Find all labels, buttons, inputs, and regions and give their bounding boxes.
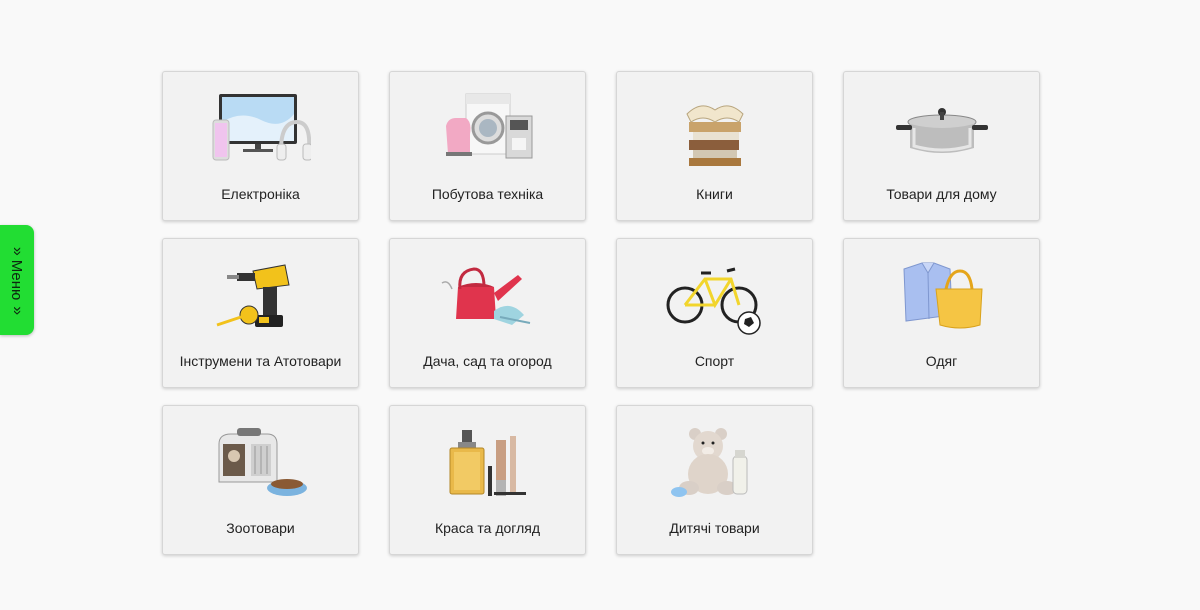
- menu-label: Меню: [8, 259, 26, 301]
- books-icon: [686, 105, 744, 166]
- category-label: Дача, сад та огород: [423, 353, 552, 369]
- category-card-electronics[interactable]: Електроніка: [162, 71, 359, 221]
- perfume-icon: [449, 430, 526, 496]
- teddy-bear-icon: [671, 428, 748, 497]
- clothing-icon: [903, 262, 983, 329]
- category-grid: Електроніка Побутова техніка Книги Товар…: [162, 71, 1040, 555]
- watering-can-icon: [441, 267, 531, 325]
- category-card-tools-auto[interactable]: Інструмени та Атотовари: [162, 238, 359, 388]
- category-label: Спорт: [694, 353, 735, 369]
- category-card-sport[interactable]: Спорт: [616, 238, 813, 388]
- electronics-icon: [212, 94, 311, 161]
- category-card-appliances[interactable]: Побутова техніка: [389, 71, 586, 221]
- category-card-beauty[interactable]: Краса та догляд: [389, 405, 586, 555]
- category-card-kids[interactable]: Дитячі товари: [616, 405, 813, 555]
- category-label: Інструмени та Атотовари: [179, 353, 342, 369]
- category-label: Електроніка: [221, 186, 300, 202]
- category-label: Краса та догляд: [434, 520, 540, 536]
- category-card-garden[interactable]: Дача, сад та огород: [389, 238, 586, 388]
- appliances-icon: [446, 93, 533, 159]
- cooking-pot-icon: [896, 108, 988, 153]
- category-card-pet-goods[interactable]: Зоотовари: [162, 405, 359, 555]
- category-card-books[interactable]: Книги: [616, 71, 813, 221]
- menu-toggle-button[interactable]: » Меню »: [0, 225, 34, 335]
- category-label: Побутова техніка: [431, 186, 544, 202]
- chevron-right-icon: »: [9, 246, 27, 254]
- category-card-clothing[interactable]: Одяг: [843, 238, 1040, 388]
- category-card-home-goods[interactable]: Товари для дому: [843, 71, 1040, 221]
- bicycle-icon: [666, 267, 761, 335]
- drill-icon: [216, 264, 290, 327]
- category-label: Дитячі товари: [669, 520, 760, 536]
- category-label: Одяг: [925, 353, 958, 369]
- chevron-right-icon: »: [9, 306, 27, 314]
- category-label: Книги: [696, 186, 733, 202]
- category-label: Зоотовари: [226, 520, 295, 536]
- category-label: Товари для дому: [886, 186, 997, 202]
- pet-carrier-icon: [218, 428, 307, 496]
